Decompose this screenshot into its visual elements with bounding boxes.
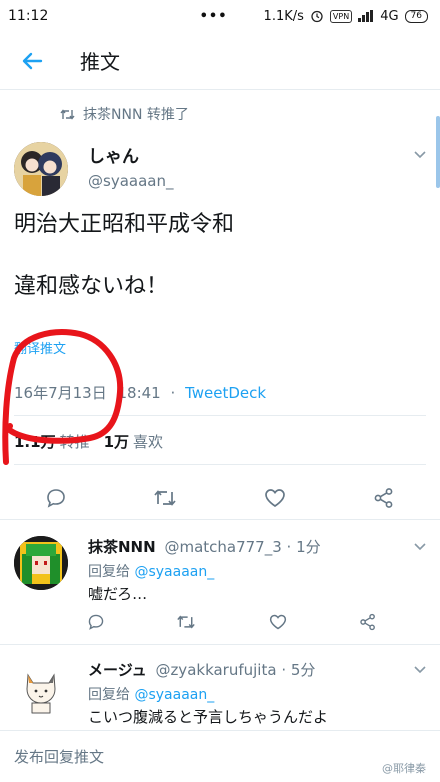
reply-icon [88,614,104,630]
reply-author-name[interactable]: 抹茶NNN [88,538,156,556]
compose-reply-input[interactable]: 发布回复推文 @耶律秦 [0,730,440,782]
reply-header: メージュ @zyakkarufujita · 5分 [88,659,315,680]
page-title: 推文 [80,50,120,74]
back-button[interactable] [0,32,64,90]
reply-time: · 1分 [286,538,321,556]
like-button[interactable] [259,476,291,520]
reply-author-handle[interactable]: @matcha777_3 [164,538,281,556]
battery-indicator: 76 [404,9,428,23]
chevron-down-icon[interactable] [412,538,428,554]
reply-author-handle[interactable]: @zyakkarufujita [155,661,276,679]
reply-tweet[interactable]: 抹茶NNN @matcha777_3 · 1分 回复给 @syaaaan_ 嘘だ… [0,520,440,642]
chevron-down-icon[interactable] [412,661,428,677]
like-count-label: 喜欢 [133,433,164,451]
reply-icon [47,489,65,508]
reply-author-name[interactable]: メージュ [88,661,147,679]
retweet-button[interactable] [172,608,200,636]
share-button[interactable] [354,608,382,636]
retweet-button[interactable] [149,476,181,520]
status-right: ••• 1.1K/s VPN 4G 76 [200,9,428,24]
share-icon [360,613,375,631]
tweet-actions [0,476,440,520]
heart-icon [269,614,287,630]
author-name[interactable]: しゃん [88,142,139,167]
reply-time: · 5分 [281,661,316,679]
signal-icon [358,10,374,22]
chevron-down-icon[interactable] [412,146,428,162]
tweet-text: 明治大正昭和平成令和 違和感ないね！ [14,208,234,304]
avatar-image [14,536,68,590]
tweet-text-line-2: 違和感ないね！ [14,274,169,299]
reply-tweet[interactable]: メージュ @zyakkarufujita · 5分 回复给 @syaaaan_ … [0,645,440,730]
share-icon [374,488,393,508]
avatar[interactable] [14,536,68,590]
scrollbar-thumb[interactable] [436,116,440,188]
app-bar: 推文 [0,32,440,90]
back-arrow-icon [22,52,43,69]
meta-separator: · [170,384,176,402]
reply-to: 回复给 @syaaaan_ [88,684,214,704]
tweet-source-link[interactable]: TweetDeck [185,384,266,402]
retweet-icon [177,615,195,629]
reply-to-handle[interactable]: @syaaaan_ [134,564,214,580]
avatar-image [14,661,68,715]
reply-to-handle[interactable]: @syaaaan_ [134,687,214,703]
author-handle[interactable]: @syaaaan_ [88,172,173,190]
status-bar: 11:12 ••• 1.1K/s VPN 4G 76 [0,0,440,32]
avatar[interactable] [14,142,68,196]
status-time: 11:12 [8,8,49,24]
vpn-badge: VPN [329,9,353,23]
reply-button[interactable] [82,608,110,636]
avatar-image [14,142,68,196]
compose-placeholder: 发布回复推文 [14,748,105,766]
reply-text: こいつ腹減ると予言しちゃうんだよ [88,708,329,726]
network-type: 4G [380,8,399,24]
reply-text: 嘘だろ… [88,585,148,603]
reply-header: 抹茶NNN @matcha777_3 · 1分 [88,536,321,557]
retweeted-by-text: 抹茶NNN 转推了 [83,107,189,123]
like-button[interactable] [264,608,292,636]
reply-to-label: 回复给 [88,687,130,703]
red-annotation-circle [2,329,124,465]
net-speed: 1.1K/s [263,8,304,24]
tweet-text-line-1: 明治大正昭和平成令和 [14,212,235,237]
reply-button[interactable] [40,476,72,520]
reply-to: 回复给 @syaaaan_ [88,561,214,581]
notification-dots: ••• [199,8,228,24]
retweeted-by[interactable]: 抹茶NNN 转推了 [60,104,189,124]
retweet-icon [60,108,75,120]
alarm-icon [311,10,323,23]
heart-icon [265,489,285,507]
watermark: @耶律秦 [382,762,426,775]
retweet-icon [154,490,176,506]
avatar[interactable] [14,661,68,715]
share-button[interactable] [368,476,400,520]
reply-to-label: 回复给 [88,564,130,580]
